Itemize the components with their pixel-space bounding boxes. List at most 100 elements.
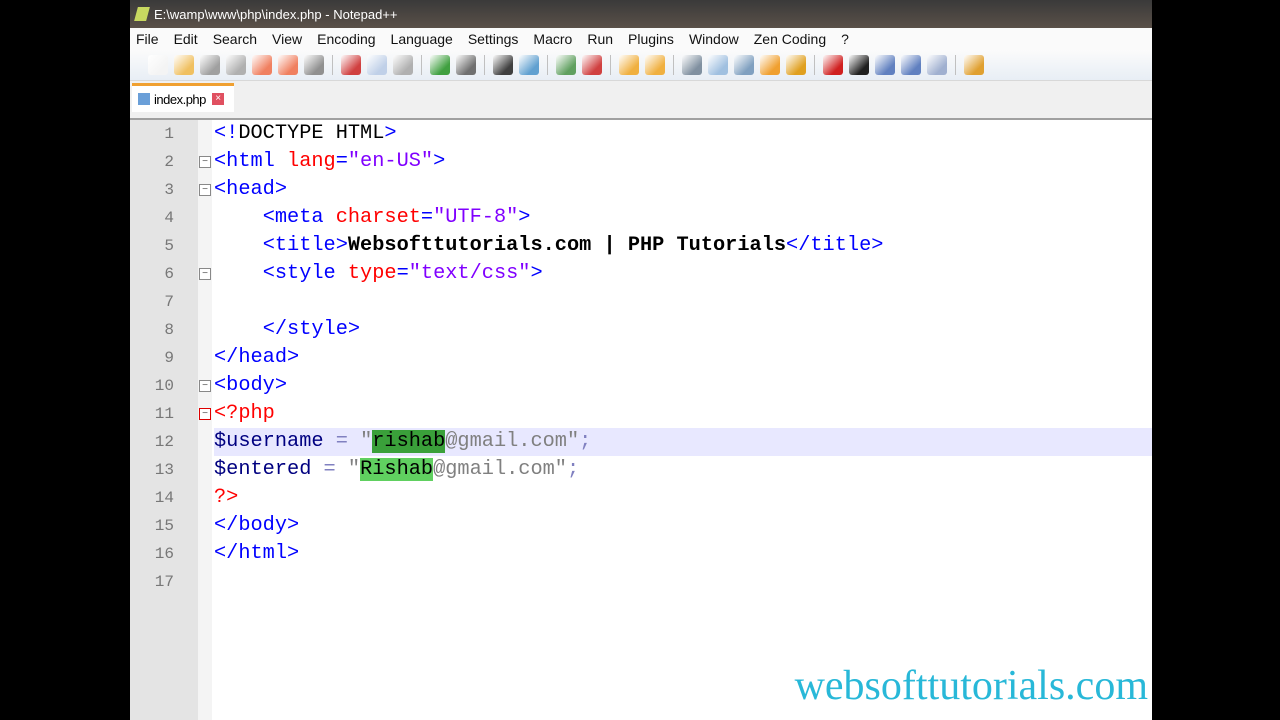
menu-encoding[interactable]: Encoding — [317, 31, 375, 47]
code-line[interactable] — [214, 568, 1152, 596]
line-number: 13 — [154, 461, 174, 479]
code-token: = — [396, 262, 409, 285]
code-line[interactable]: <body> — [214, 372, 1152, 400]
code-line[interactable]: </head> — [214, 344, 1152, 372]
toolbar-button-icon[interactable] — [148, 55, 168, 75]
toolbar-button-icon[interactable] — [849, 55, 869, 75]
code-line[interactable]: ?> — [214, 484, 1152, 512]
toolbar-button-icon[interactable] — [226, 55, 246, 75]
toolbar-button-icon[interactable] — [901, 55, 921, 75]
menu-window[interactable]: Window — [689, 31, 739, 47]
line-number: 1 — [164, 125, 174, 143]
toolbar-button-icon[interactable] — [823, 55, 843, 75]
toolbar-button-icon[interactable] — [430, 55, 450, 75]
code-token: rishab — [372, 430, 446, 453]
menu-file[interactable]: File — [136, 31, 159, 47]
toolbar-button-icon[interactable] — [786, 55, 806, 75]
toolbar-button-icon[interactable] — [252, 55, 272, 75]
fold-toggle-icon[interactable]: − — [199, 156, 211, 168]
line-number: 7 — [164, 293, 174, 311]
toolbar-button-icon[interactable] — [341, 55, 361, 75]
tab-index-php[interactable]: index.php × — [132, 83, 234, 112]
toolbar-separator — [673, 55, 674, 75]
code-token: > — [530, 262, 543, 285]
code-line[interactable]: <title>Websofttutorials.com | PHP Tutori… — [214, 232, 1152, 260]
toolbar-separator — [814, 55, 815, 75]
fold-toggle-icon[interactable]: − — [199, 380, 211, 392]
code-token: @gmail.com" — [445, 430, 580, 453]
code-token: > — [433, 150, 446, 173]
code-editor[interactable]: 1 <!DOCTYPE HTML> 2 <html lang="en-US"> −3 <h… — [130, 118, 1152, 720]
fold-toggle-icon[interactable]: − — [199, 268, 211, 280]
toolbar-button-icon[interactable] — [927, 55, 947, 75]
code-line[interactable]: <html lang="en-US"> — [214, 148, 1152, 176]
menu-zen-coding[interactable]: Zen Coding — [754, 31, 826, 47]
code-token: <html — [214, 150, 288, 173]
toolbar-button-icon[interactable] — [619, 55, 639, 75]
code-token: </style> — [262, 318, 361, 341]
code-token: Rishab — [360, 458, 434, 481]
code-token: </body> — [214, 514, 300, 537]
toolbar-button-icon[interactable] — [278, 55, 298, 75]
toolbar-button-icon[interactable] — [556, 55, 576, 75]
code-token: " — [360, 430, 373, 453]
toolbar-button-icon[interactable] — [708, 55, 728, 75]
code-token: > — [518, 206, 531, 229]
toolbar-button-icon[interactable] — [493, 55, 513, 75]
line-number: 16 — [154, 545, 174, 563]
toolbar-button-icon[interactable] — [875, 55, 895, 75]
code-line[interactable]: $entered = "Rishab@gmail.com"; — [214, 456, 1152, 484]
toolbar-button-icon[interactable] — [519, 55, 539, 75]
toolbar-button-icon[interactable] — [964, 55, 984, 75]
menu-macro[interactable]: Macro — [533, 31, 572, 47]
menu--[interactable]: ? — [841, 31, 849, 47]
code-line[interactable]: <head> — [214, 176, 1152, 204]
toolbar-button-icon[interactable] — [174, 55, 194, 75]
code-token: = — [323, 430, 361, 453]
code-line[interactable]: <!DOCTYPE HTML> — [214, 120, 1152, 148]
window-title: E:\wamp\www\php\index.php - Notepad++ — [154, 6, 398, 22]
line-number: 8 — [164, 321, 174, 339]
fold-toggle-icon[interactable]: − — [199, 184, 211, 196]
toolbar-button-icon[interactable] — [393, 55, 413, 75]
menu-language[interactable]: Language — [391, 31, 453, 47]
menu-edit[interactable]: Edit — [174, 31, 198, 47]
code-token: $entered — [214, 458, 312, 481]
code-token: lang — [287, 150, 336, 173]
toolbar-button-icon[interactable] — [645, 55, 665, 75]
toolbar-separator — [610, 55, 611, 75]
line-number: 2 — [164, 153, 174, 171]
code-line[interactable]: $username = "rishab@gmail.com"; — [214, 428, 1152, 456]
toolbar-button-icon[interactable] — [456, 55, 476, 75]
code-line[interactable]: <meta charset="UTF-8"> — [214, 204, 1152, 232]
menu-plugins[interactable]: Plugins — [628, 31, 674, 47]
toolbar-button-icon[interactable] — [367, 55, 387, 75]
toolbar-button-icon[interactable] — [304, 55, 324, 75]
toolbar-button-icon[interactable] — [582, 55, 602, 75]
line-number: 10 — [154, 377, 174, 395]
tab-bar: index.php × — [130, 81, 1152, 112]
menu-settings[interactable]: Settings — [468, 31, 519, 47]
close-tab-icon[interactable]: × — [211, 93, 224, 105]
notepadpp-window: E:\wamp\www\php\index.php - Notepad++ Fi… — [130, 0, 1152, 720]
fold-toggle-icon[interactable]: − — [199, 408, 211, 420]
code-line[interactable] — [214, 288, 1152, 316]
code-token: DOCTYPE HTML — [238, 122, 385, 145]
code-token: <title> — [262, 234, 348, 257]
code-token: "en-US" — [347, 150, 434, 173]
code-line[interactable]: </style> — [214, 316, 1152, 344]
fold-margin — [198, 120, 212, 720]
code-line[interactable]: <style type="text/css"> — [214, 260, 1152, 288]
menu-view[interactable]: View — [272, 31, 302, 47]
toolbar-button-icon[interactable] — [760, 55, 780, 75]
code-token: </html> — [214, 542, 300, 565]
code-line[interactable]: </html> — [214, 540, 1152, 568]
code-token: $username — [214, 430, 324, 453]
menu-search[interactable]: Search — [213, 31, 257, 47]
menu-run[interactable]: Run — [587, 31, 613, 47]
code-line[interactable]: <?php — [214, 400, 1152, 428]
toolbar-button-icon[interactable] — [734, 55, 754, 75]
toolbar-button-icon[interactable] — [682, 55, 702, 75]
toolbar-button-icon[interactable] — [200, 55, 220, 75]
code-line[interactable]: </body> — [214, 512, 1152, 540]
